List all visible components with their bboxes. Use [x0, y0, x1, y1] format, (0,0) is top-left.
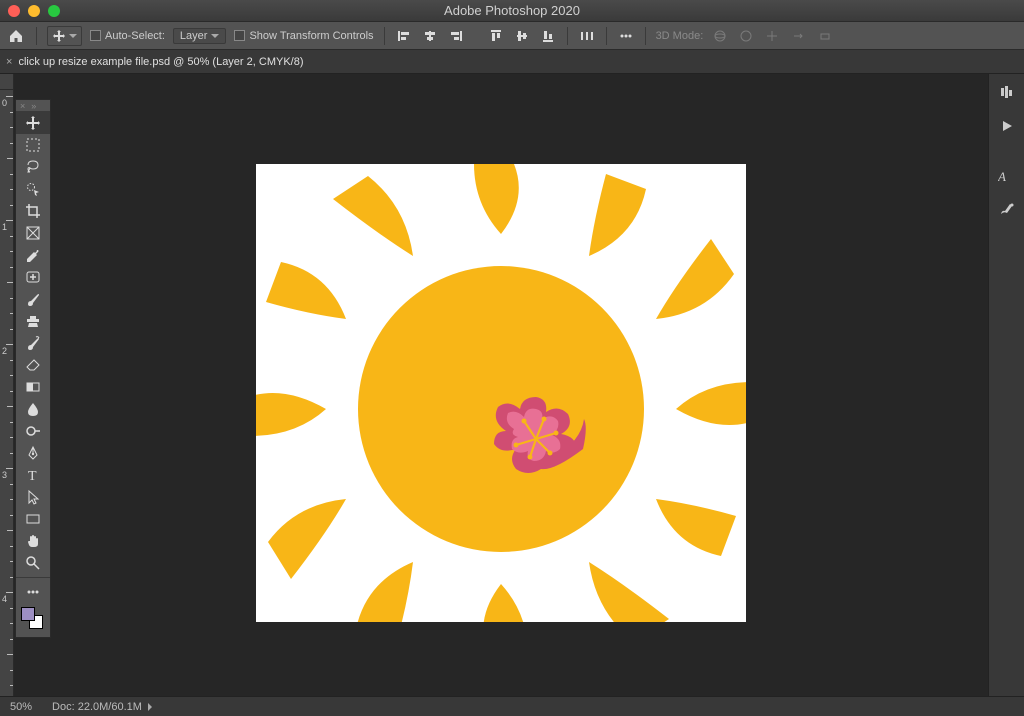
app-title: Adobe Photoshop 2020	[0, 3, 1024, 18]
auto-select-type-dropdown[interactable]: Layer	[173, 28, 227, 44]
layer-dd-label: Layer	[180, 30, 208, 42]
divider	[384, 27, 385, 45]
move-icon	[52, 29, 66, 43]
chevron-right-icon	[148, 703, 152, 711]
checkbox-icon	[90, 30, 101, 41]
align-center-h-button[interactable]	[421, 27, 439, 45]
show-transform-label: Show Transform Controls	[249, 30, 373, 42]
quick-select-tool[interactable]	[16, 178, 50, 200]
frame-tool[interactable]	[16, 222, 50, 244]
status-bar: 50% Doc: 22.0M/60.1M	[0, 696, 1024, 716]
maximize-icon[interactable]	[48, 5, 60, 17]
checkbox-icon	[234, 30, 245, 41]
hand-tool[interactable]	[16, 530, 50, 552]
ruler-vertical[interactable]: 0 1 2 3 4	[0, 90, 14, 696]
close-tab-icon[interactable]: ×	[6, 56, 12, 68]
auto-select-label: Auto-Select:	[105, 30, 165, 42]
svg-text:A: A	[998, 169, 1006, 184]
3d-orbit-button	[711, 27, 729, 45]
divider	[567, 27, 568, 45]
healing-brush-tool[interactable]	[16, 266, 50, 288]
document-tab[interactable]: × click up resize example file.psd @ 50%…	[6, 56, 304, 68]
doc-info[interactable]: Doc: 22.0M/60.1M	[52, 701, 152, 713]
document-tab-label: click up resize example file.psd @ 50% (…	[18, 56, 303, 68]
marquee-tool[interactable]	[16, 134, 50, 156]
divider	[36, 27, 37, 45]
foreground-color-swatch[interactable]	[21, 607, 35, 621]
panel-toggle-icon[interactable]	[995, 80, 1019, 104]
dodge-tool[interactable]	[16, 420, 50, 442]
eraser-tool[interactable]	[16, 354, 50, 376]
align-top-button[interactable]	[487, 27, 505, 45]
window-titlebar: Adobe Photoshop 2020	[0, 0, 1024, 22]
3d-roll-button	[737, 27, 755, 45]
right-panel-dock: A	[988, 74, 1024, 696]
ruler-label: 2	[2, 346, 7, 356]
tool-mode-select[interactable]	[47, 26, 82, 46]
history-brush-tool[interactable]	[16, 332, 50, 354]
main-area: 1234567 01234	[0, 74, 1024, 696]
color-swatches[interactable]	[16, 603, 50, 637]
pen-tool[interactable]	[16, 442, 50, 464]
minimize-icon[interactable]	[28, 5, 40, 17]
align-left-button[interactable]	[395, 27, 413, 45]
type-tool[interactable]: T	[16, 464, 50, 486]
blur-tool[interactable]	[16, 398, 50, 420]
chevron-down-icon	[211, 34, 219, 38]
toolbox-header[interactable]: × »	[16, 100, 50, 112]
doc-size-label: Doc: 22.0M/60.1M	[52, 701, 142, 713]
move-tool[interactable]	[16, 112, 50, 134]
ruler-label: 0	[2, 98, 7, 108]
show-transform-checkbox[interactable]: Show Transform Controls	[234, 30, 373, 42]
close-icon[interactable]	[8, 5, 20, 17]
brush-tool[interactable]	[16, 288, 50, 310]
3d-scale-button	[815, 27, 833, 45]
gradient-tool[interactable]	[16, 376, 50, 398]
canvas-artwork	[256, 164, 746, 622]
ruler-label: 1	[2, 222, 7, 232]
play-icon[interactable]	[995, 114, 1019, 138]
toolbox: × » T	[15, 99, 51, 638]
auto-select-checkbox[interactable]: Auto-Select:	[90, 30, 165, 42]
crop-tool[interactable]	[16, 200, 50, 222]
align-bottom-button[interactable]	[539, 27, 557, 45]
canvas-container[interactable]	[14, 90, 988, 696]
ruler-label: 3	[2, 470, 7, 480]
rectangle-tool[interactable]	[16, 508, 50, 530]
more-options-button[interactable]	[617, 27, 635, 45]
ruler-label: 4	[2, 594, 7, 604]
align-center-v-button[interactable]	[513, 27, 531, 45]
home-button[interactable]	[6, 26, 26, 46]
chevron-down-icon	[69, 34, 77, 38]
ruler-origin	[0, 74, 14, 90]
zoom-level[interactable]: 50%	[10, 701, 32, 713]
character-panel-icon[interactable]: A	[995, 164, 1019, 188]
window-controls	[8, 5, 60, 17]
document-tab-bar: × click up resize example file.psd @ 50%…	[0, 50, 1024, 74]
options-bar: Auto-Select: Layer Show Transform Contro…	[0, 22, 1024, 50]
eyedropper-tool[interactable]	[16, 244, 50, 266]
canvas-viewport: 1234567 01234	[0, 74, 988, 696]
align-right-button[interactable]	[447, 27, 465, 45]
edit-toolbar-button[interactable]	[16, 581, 50, 603]
3d-slide-button	[789, 27, 807, 45]
svg-text:T: T	[28, 469, 37, 483]
divider	[606, 27, 607, 45]
divider	[645, 27, 646, 45]
artboard[interactable]	[256, 164, 746, 622]
distribute-h-button[interactable]	[578, 27, 596, 45]
lasso-tool[interactable]	[16, 156, 50, 178]
path-select-tool[interactable]	[16, 486, 50, 508]
clone-stamp-tool[interactable]	[16, 310, 50, 332]
brush-settings-icon[interactable]	[995, 198, 1019, 222]
zoom-tool[interactable]	[16, 552, 50, 574]
3d-pan-button	[763, 27, 781, 45]
3d-mode-label: 3D Mode:	[656, 30, 704, 42]
